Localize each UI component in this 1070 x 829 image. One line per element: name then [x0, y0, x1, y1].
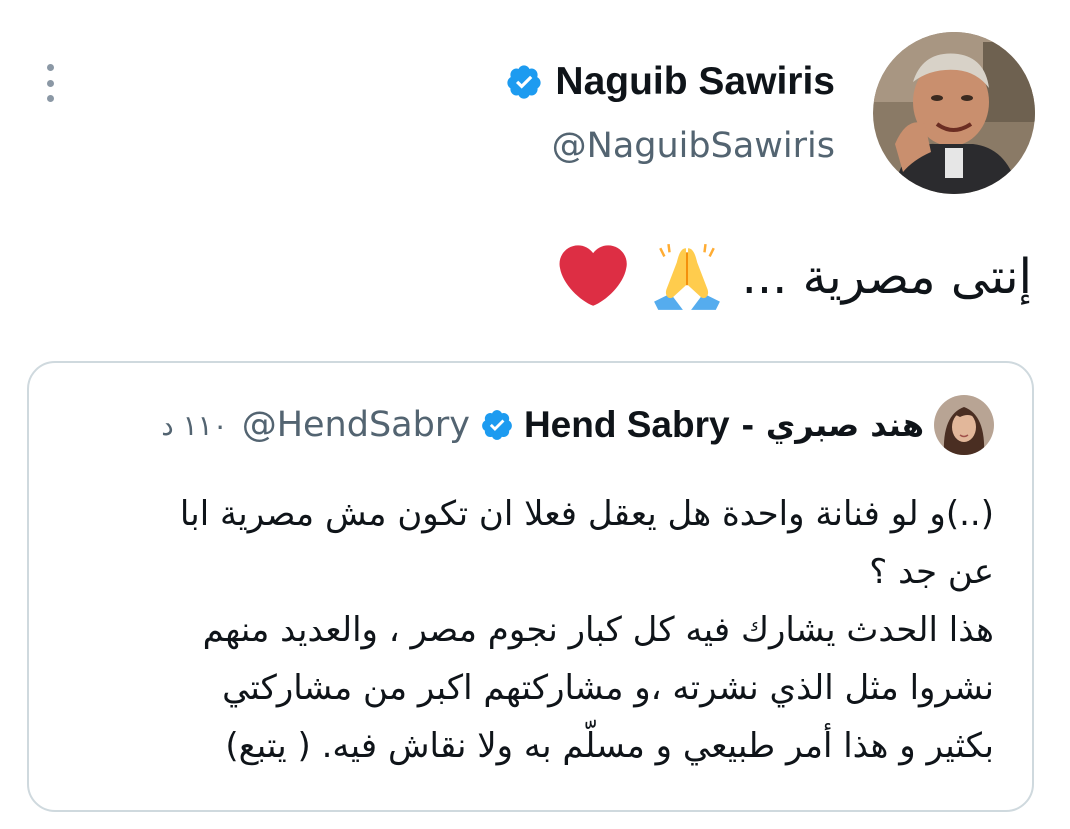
author-handle[interactable]: @NaguibSawiris	[552, 126, 835, 166]
quoted-author-name-arabic[interactable]: هند صبري	[766, 406, 924, 444]
quoted-tweet-card[interactable]: هند صبري - Hend Sabry @HendSabry ١١٠ د (…	[27, 361, 1034, 812]
quoted-text-line: (..)و لو فنانة واحدة هل يعقل فعلا ان تكو…	[179, 494, 994, 534]
tweet-author: Naguib Sawiris @NaguibSawiris	[505, 32, 1035, 194]
tweet-text-row: إنتى مصرية ...	[432, 240, 1032, 314]
quoted-text-line: عن جد ؟	[869, 552, 994, 592]
folded-hands-emoji-icon	[653, 243, 720, 310]
quoted-tweet-timestamp[interactable]: ١١٠ د	[161, 409, 228, 442]
author-avatar[interactable]	[873, 32, 1035, 194]
quoted-tweet-header: هند صبري - Hend Sabry @HendSabry ١١٠ د	[161, 395, 994, 455]
verified-badge-icon	[482, 410, 512, 440]
quoted-text-line: نشروا مثل الذي نشرته ،و مشاركتهم اكبر من…	[222, 668, 994, 708]
dot	[46, 64, 54, 71]
author-name-row[interactable]: Naguib Sawiris	[505, 60, 835, 104]
dot	[46, 79, 54, 87]
dot	[46, 95, 54, 102]
avatar-photo-icon	[873, 32, 1035, 194]
author-display-name[interactable]: Naguib Sawiris	[555, 60, 835, 104]
more-options-icon[interactable]	[36, 60, 64, 106]
quoted-text-line: بكثير و هذا أمر طبيعي و مسلّم به ولا نقا…	[225, 726, 994, 766]
red-heart-emoji-icon	[559, 245, 627, 306]
quoted-author-handle[interactable]: @HendSabry	[242, 405, 470, 445]
avatar-photo-icon	[934, 395, 994, 455]
quoted-tweet-text: (..)و لو فنانة واحدة هل يعقل فعلا ان تكو…	[74, 485, 994, 775]
quoted-author-name-english[interactable]: Hend Sabry	[524, 404, 730, 446]
tweet-text: إنتى مصرية ...	[741, 249, 1032, 305]
quoted-text-line: هذا الحدث يشارك فيه كل كبار نجوم مصر ، و…	[202, 610, 994, 650]
author-names: Naguib Sawiris @NaguibSawiris	[505, 60, 835, 166]
name-separator: -	[741, 404, 754, 445]
verified-badge-icon	[507, 65, 542, 99]
quoted-author-avatar[interactable]	[934, 395, 994, 455]
